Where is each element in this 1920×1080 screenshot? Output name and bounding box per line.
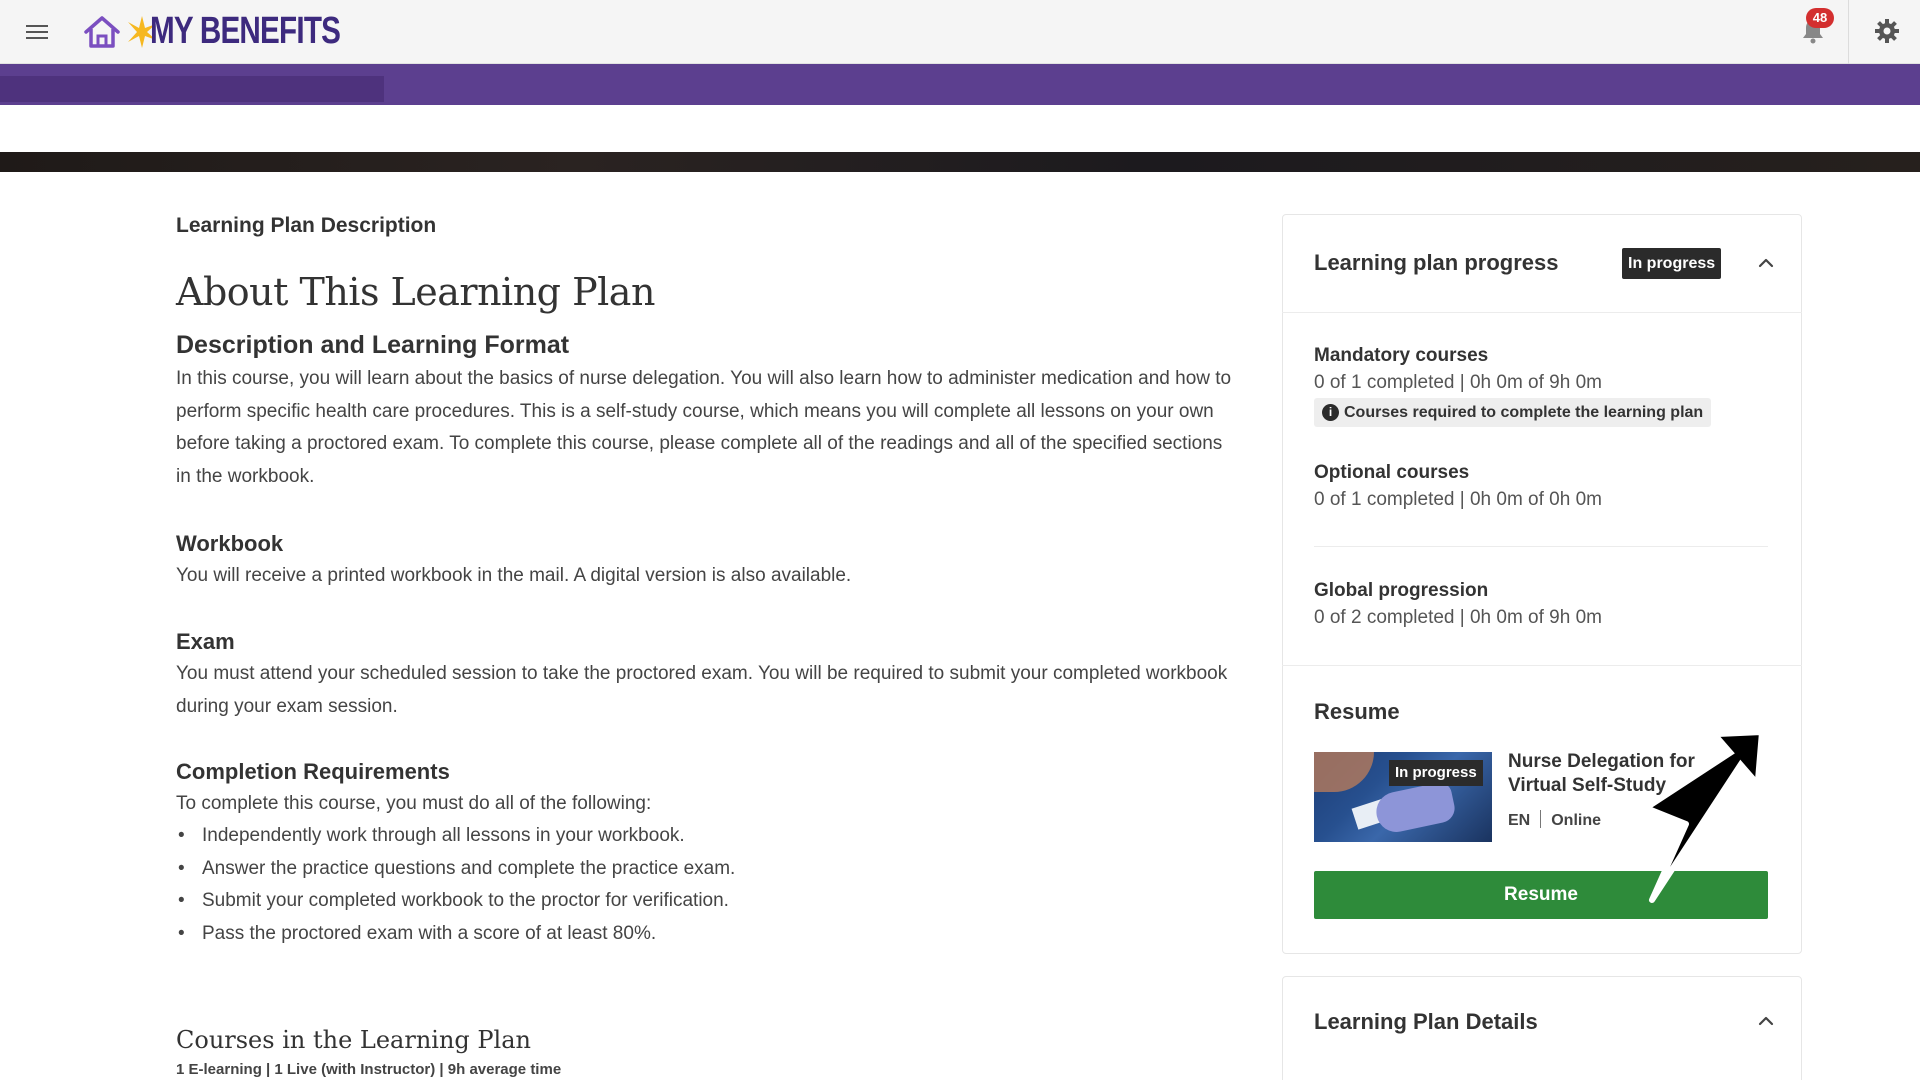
description-heading: Description and Learning Format — [176, 331, 570, 359]
optional-courses-title: Optional courses — [1314, 462, 1470, 483]
workbook-heading: Workbook — [176, 531, 284, 556]
notification-count-badge: 48 — [1806, 8, 1834, 28]
app-logo-text[interactable]: MY BENEFITS — [150, 10, 341, 53]
courses-section-title: Courses in the Learning Plan — [176, 1026, 531, 1054]
divider — [1282, 312, 1802, 313]
course-name-line: Virtual Self-Study — [1508, 775, 1667, 796]
optional-courses-value: 0 of 1 completed | 0h 0m of 0h 0m — [1314, 489, 1602, 510]
course-name-line: Nurse Delegation for — [1508, 751, 1695, 772]
mandatory-courses-title: Mandatory courses — [1314, 345, 1489, 366]
completion-heading: Completion Requirements — [176, 759, 450, 784]
details-card-title: Learning Plan Details — [1314, 1009, 1538, 1034]
progress-card-title: Learning plan progress — [1314, 250, 1559, 275]
divider — [1848, 0, 1849, 64]
mandatory-note: i Courses required to complete the learn… — [1314, 398, 1712, 427]
divider — [1314, 546, 1768, 547]
global-progression-title: Global progression — [1314, 580, 1489, 601]
mandatory-note-text: Courses required to complete the learnin… — [1344, 404, 1704, 421]
gear-icon[interactable] — [1872, 16, 1902, 46]
course-status-badge: In progress — [1389, 760, 1483, 786]
list-item: Independently work through all lessons i… — [176, 820, 1076, 853]
list-item: Pass the proctored exam with a score of … — [176, 918, 1076, 951]
chevron-up-icon[interactable] — [1755, 1010, 1777, 1032]
divider — [1282, 665, 1802, 666]
section-label: Learning Plan Description — [176, 214, 437, 237]
purple-banner-segment — [0, 76, 384, 102]
list-item: Answer the practice questions and comple… — [176, 853, 1076, 886]
info-icon: i — [1322, 404, 1339, 421]
divider — [1540, 810, 1542, 828]
resume-section-title: Resume — [1314, 699, 1400, 724]
course-name-link[interactable]: Nurse Delegation for Virtual Self-Study — [1508, 750, 1768, 798]
description-text: In this course, you will learn about the… — [176, 368, 1232, 487]
status-badge: In progress — [1622, 248, 1722, 279]
course-meta: EN Online — [1508, 810, 1601, 830]
top-bar: MY BENEFITS 48 — [0, 0, 1920, 64]
chevron-up-icon[interactable] — [1755, 252, 1777, 274]
workbook-text: You will receive a printed workbook in t… — [176, 565, 852, 586]
completion-intro: To complete this course, you must do all… — [176, 793, 652, 814]
hero-image-strip — [0, 152, 1920, 172]
exam-text: You must attend your scheduled session t… — [176, 663, 1228, 717]
exam-heading: Exam — [176, 629, 235, 654]
mandatory-courses-value: 0 of 1 completed | 0h 0m of 9h 0m — [1314, 372, 1602, 393]
completion-list: Independently work through all lessons i… — [176, 820, 1076, 950]
course-mode: Online — [1551, 812, 1602, 829]
courses-meta: 1 E-learning | 1 Live (with Instructor) … — [176, 1061, 562, 1078]
home-icon[interactable] — [82, 12, 122, 52]
hamburger-menu-icon[interactable] — [26, 21, 52, 43]
resume-button[interactable]: Resume — [1314, 871, 1768, 919]
page-title: About This Learning Plan — [176, 270, 655, 314]
list-item: Submit your completed workbook to the pr… — [176, 885, 1076, 918]
global-progression-value: 0 of 2 completed | 0h 0m of 9h 0m — [1314, 607, 1602, 628]
course-language: EN — [1508, 812, 1531, 829]
